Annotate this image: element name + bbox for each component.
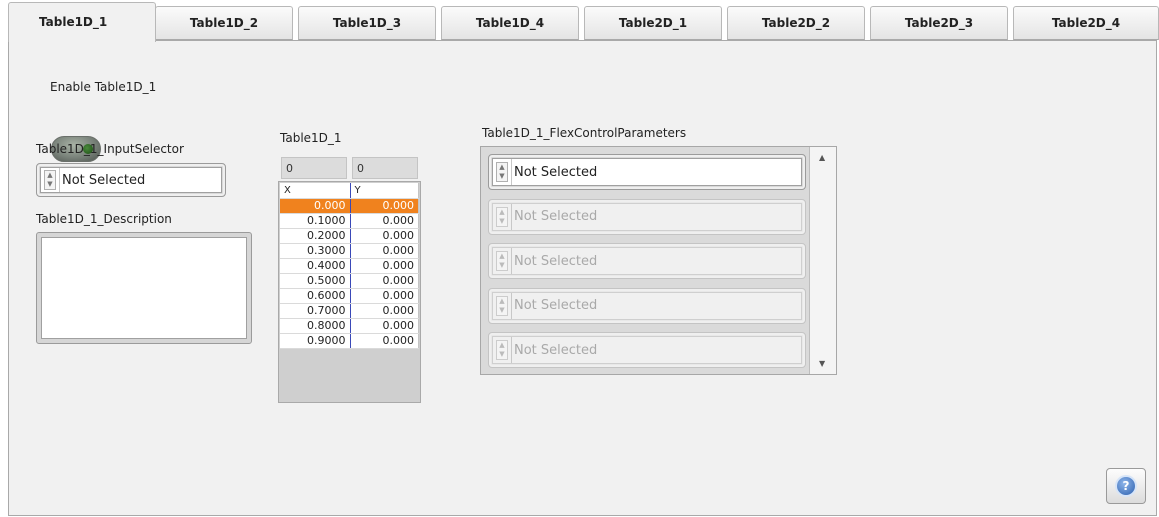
table-cell-y[interactable]: 0.000 — [350, 303, 419, 319]
tab-table2d-3[interactable]: Table2D_3 — [870, 6, 1008, 40]
flex-scrollbar[interactable]: ▲ ▼ — [809, 147, 836, 374]
table-title: Table1D_1 — [280, 131, 342, 145]
table-index-y[interactable]: 0 — [352, 157, 418, 179]
tab-table2d-1[interactable]: Table2D_1 — [584, 6, 722, 40]
spin-arrows-icon[interactable]: ▲ ▼ — [496, 295, 508, 316]
flex-list: ▲ ▼ Not Selected ▲ ▼ Not Selected ▲ ▼ Not Select… — [480, 146, 837, 375]
tab-table1d-3[interactable]: Table1D_3 — [298, 6, 436, 40]
table-cell-x[interactable]: 0.2000 — [280, 228, 351, 244]
spin-arrows-icon[interactable]: ▲ ▼ — [496, 206, 508, 227]
table-cell-x[interactable]: 0.7000 — [280, 303, 351, 319]
data-table[interactable]: X Y 0.000 0.000 0.1000 0.000 0.2000 0.000 0.30… — [280, 183, 419, 349]
flex-control-ring[interactable]: ▲ ▼ Not Selected — [488, 243, 806, 279]
table-cell-y[interactable]: 0.000 — [350, 228, 419, 244]
table-cell-y[interactable]: 0.000 — [350, 213, 419, 229]
description-box — [36, 232, 252, 344]
table-row[interactable]: 0.4000 0.000 — [280, 258, 419, 274]
table-cell-y[interactable]: 0.000 — [350, 288, 419, 304]
spin-arrows-icon[interactable]: ▲ ▼ — [496, 162, 508, 182]
tab-bar: Table1D_1 Table1D_2 Table1D_3 Table1D_4 … — [0, 0, 1159, 42]
table-header-row: X Y — [280, 183, 419, 199]
flex-control-value: Not Selected — [511, 203, 597, 230]
flex-label: Table1D_1_FlexControlParameters — [482, 126, 687, 140]
table-cell-x[interactable]: 0.9000 — [280, 333, 351, 349]
spin-arrows-icon[interactable]: ▲ ▼ — [496, 340, 508, 360]
tab-table2d-4[interactable]: Table2D_4 — [1013, 6, 1159, 40]
table-cell-y[interactable]: 0.000 — [350, 318, 419, 334]
table-cell-x[interactable]: 0.3000 — [280, 243, 351, 259]
spin-arrows-icon[interactable]: ▲ ▼ — [496, 251, 508, 271]
table-row[interactable]: 0.3000 0.000 — [280, 243, 419, 259]
table-row[interactable]: 0.5000 0.000 — [280, 273, 419, 289]
tab-table2d-2[interactable]: Table2D_2 — [727, 6, 865, 40]
input-selector-value: Not Selected — [59, 168, 145, 192]
column-header-y: Y — [350, 183, 419, 199]
table-row[interactable]: 0.2000 0.000 — [280, 228, 419, 244]
flex-control-ring[interactable]: ▲ ▼ Not Selected — [488, 287, 806, 324]
table-cell-x[interactable]: 0.000 — [280, 198, 351, 214]
question-icon: ? — [1115, 475, 1137, 497]
flex-control-value: Not Selected — [511, 337, 597, 363]
table-row[interactable]: 0.6000 0.000 — [280, 288, 419, 304]
table-cell-y[interactable]: 0.000 — [350, 273, 419, 289]
flex-control-ring[interactable]: ▲ ▼ Not Selected — [488, 198, 806, 235]
spin-arrows-icon[interactable]: ▲ ▼ — [44, 170, 56, 190]
table-row[interactable]: 0.7000 0.000 — [280, 303, 419, 319]
table-row[interactable]: 0.000 0.000 — [280, 198, 419, 214]
table-row[interactable]: 0.1000 0.000 — [280, 213, 419, 229]
help-button[interactable]: ? — [1106, 468, 1146, 504]
scroll-down-icon[interactable]: ▼ — [819, 359, 825, 368]
tab-table1d-2[interactable]: Table1D_2 — [155, 6, 293, 40]
table-cell-x[interactable]: 0.6000 — [280, 288, 351, 304]
input-selector-label: Table1D_1_InputSelector — [36, 142, 184, 156]
table-cell-y[interactable]: 0.000 — [350, 333, 419, 349]
description-label: Table1D_1_Description — [36, 212, 172, 226]
table-cell-y[interactable]: 0.000 — [350, 243, 419, 259]
table-cell-x[interactable]: 0.4000 — [280, 258, 351, 274]
column-header-x: X — [280, 183, 351, 199]
input-selector-ring[interactable]: ▲ ▼ Not Selected — [36, 163, 226, 197]
scroll-up-icon[interactable]: ▲ — [819, 153, 825, 162]
flex-control-ring[interactable]: ▲ ▼ Not Selected — [488, 332, 806, 368]
table-index-x[interactable]: 0 — [281, 157, 347, 179]
table-cell-x[interactable]: 0.1000 — [280, 213, 351, 229]
flex-control-value: Not Selected — [511, 248, 597, 274]
description-field[interactable] — [41, 237, 247, 339]
table-row[interactable]: 0.9000 0.000 — [280, 333, 419, 349]
flex-control-ring[interactable]: ▲ ▼ Not Selected — [488, 154, 806, 190]
tab-table1d-4[interactable]: Table1D_4 — [441, 6, 579, 40]
table-cell-x[interactable]: 0.5000 — [280, 273, 351, 289]
table-cell-x[interactable]: 0.8000 — [280, 318, 351, 334]
table-cell-y[interactable]: 0.000 — [350, 258, 419, 274]
table-row[interactable]: 0.8000 0.000 — [280, 318, 419, 334]
table-cell-y[interactable]: 0.000 — [350, 198, 419, 214]
flex-control-value: Not Selected — [511, 292, 597, 319]
flex-control-value: Not Selected — [511, 159, 597, 185]
enable-label: Enable Table1D_1 — [50, 80, 157, 94]
tab-table1d-1[interactable]: Table1D_1 — [8, 2, 156, 42]
